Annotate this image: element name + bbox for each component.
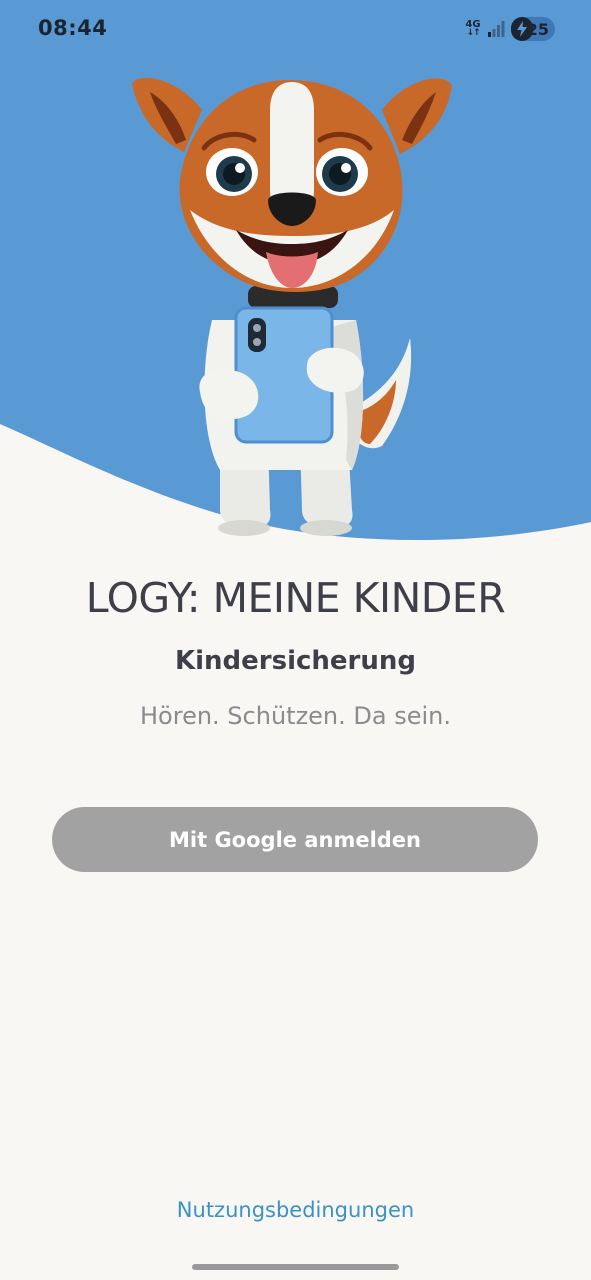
battery-indicator: 25 bbox=[511, 17, 555, 41]
dog-mascot-illustration bbox=[132, 77, 452, 536]
status-icons: 4G ↓↑ 25 bbox=[465, 16, 555, 42]
network-type-indicator: 4G ↓↑ bbox=[465, 20, 481, 38]
signal-strength-icon bbox=[488, 21, 505, 37]
home-indicator[interactable] bbox=[192, 1264, 399, 1270]
app-tagline: Hören. Schützen. Da sein. bbox=[140, 702, 451, 730]
google-sign-in-button[interactable]: Mit Google anmelden bbox=[52, 807, 538, 872]
onboarding-screen: 08:44 4G ↓↑ 25 LOGY: MEINE KINDER Kinder… bbox=[0, 0, 591, 1280]
status-time: 08:44 bbox=[38, 16, 108, 40]
google-sign-in-label: Mit Google anmelden bbox=[169, 827, 421, 852]
app-title: LOGY: MEINE KINDER bbox=[85, 574, 506, 622]
battery-level: 25 bbox=[526, 19, 549, 39]
terms-of-use-link[interactable]: Nutzungsbedingungen bbox=[0, 1198, 591, 1222]
app-subtitle: Kindersicherung bbox=[174, 646, 417, 676]
data-arrows-icon: ↓↑ bbox=[466, 28, 480, 38]
